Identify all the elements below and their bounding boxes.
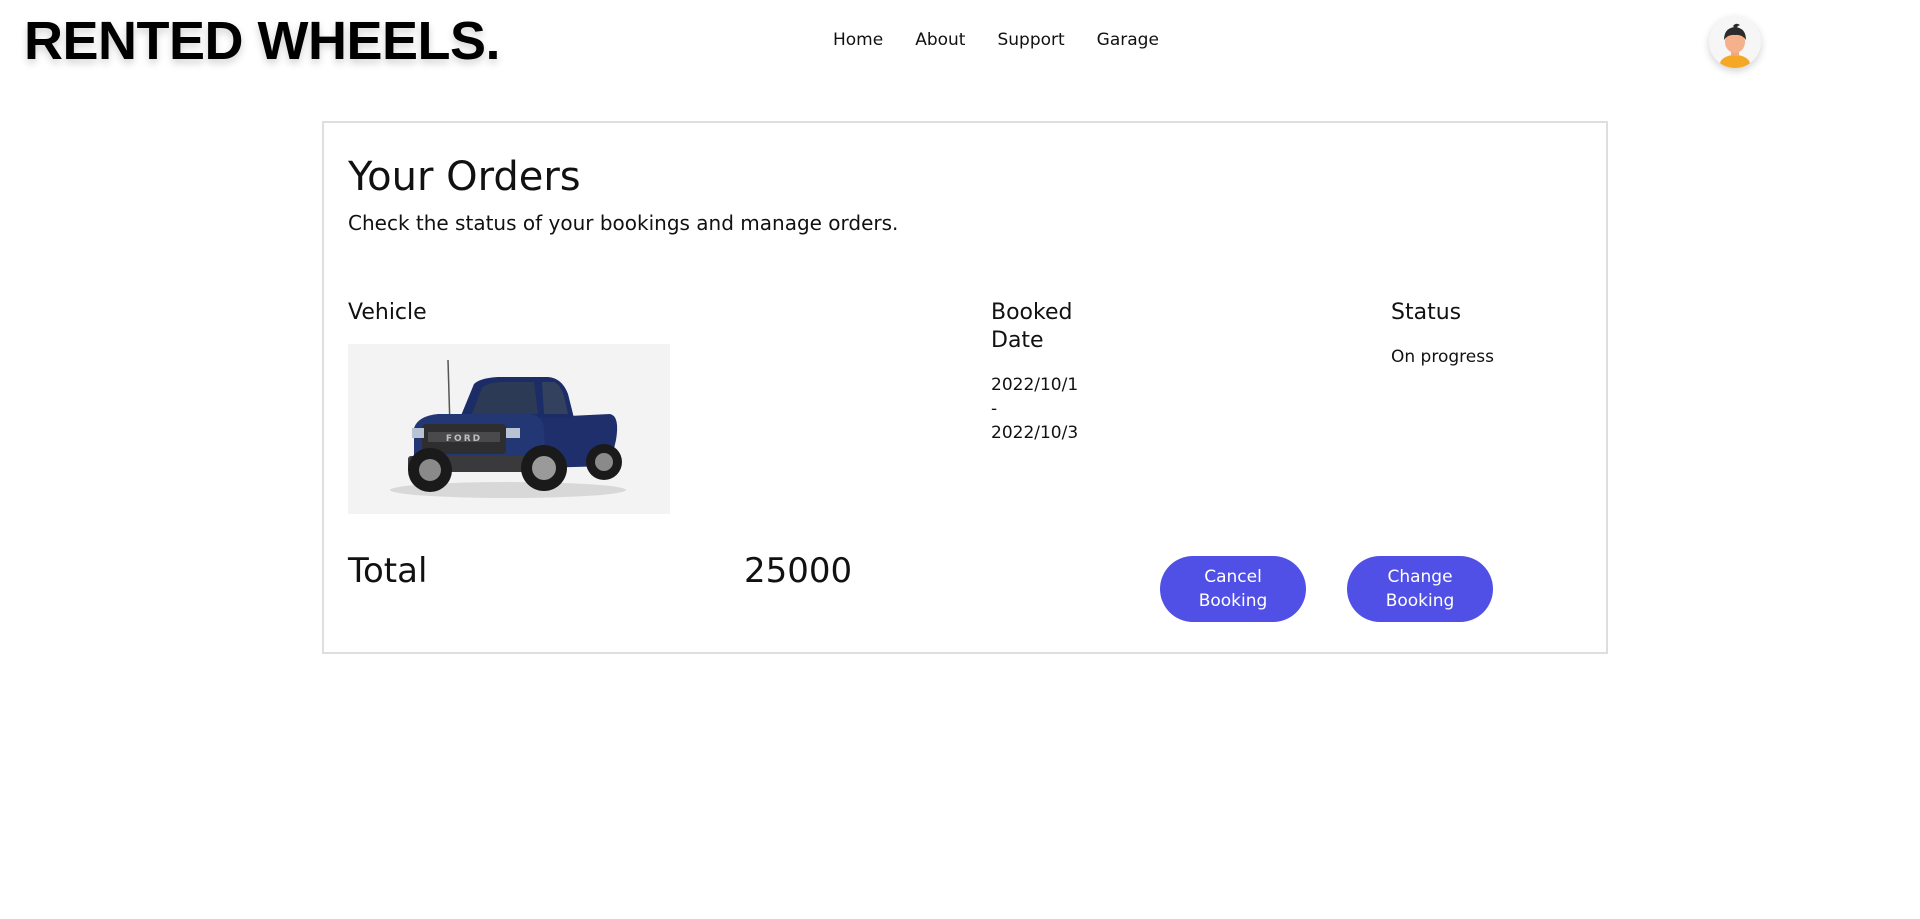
vehicle-image: FORD xyxy=(348,344,670,514)
booked-date-end: 2022/10/3 xyxy=(991,423,1079,443)
booked-date-separator: - xyxy=(991,399,998,419)
page-subtitle: Check the status of your bookings and ma… xyxy=(348,211,899,235)
vehicle-column-header: Vehicle xyxy=(348,300,427,325)
nav-garage-link[interactable]: Garage xyxy=(1097,28,1159,52)
booked-date-start: 2022/10/1 xyxy=(991,375,1079,395)
main-nav: Home About Support Garage xyxy=(833,28,1191,52)
change-booking-button[interactable]: Change Booking xyxy=(1347,556,1493,622)
page-title: Your Orders xyxy=(348,154,581,200)
booked-date-column-header: Booked Date xyxy=(991,300,1073,353)
order-status: On progress xyxy=(1391,347,1494,367)
user-avatar-icon xyxy=(1720,23,1750,68)
site-logo[interactable]: RENTED WHEELS. xyxy=(24,10,501,72)
nav-home-link[interactable]: Home xyxy=(833,28,883,52)
user-avatar-button[interactable] xyxy=(1709,16,1761,68)
status-column-header: Status xyxy=(1391,300,1462,325)
site-header: RENTED WHEELS. Home About Support Garage xyxy=(0,0,1920,80)
cancel-booking-button[interactable]: Cancel Booking xyxy=(1160,556,1306,622)
booked-date-range: 2022/10/1 - 2022/10/3 xyxy=(991,373,1111,445)
nav-support-link[interactable]: Support xyxy=(997,28,1064,52)
svg-text:FORD: FORD xyxy=(446,434,482,444)
orders-card: Your Orders Check the status of your boo… xyxy=(322,121,1608,654)
pickup-truck-image: FORD xyxy=(390,359,626,498)
total-value: 25000 xyxy=(744,551,853,591)
nav-about-link[interactable]: About xyxy=(915,28,965,52)
total-label: Total xyxy=(348,551,428,591)
